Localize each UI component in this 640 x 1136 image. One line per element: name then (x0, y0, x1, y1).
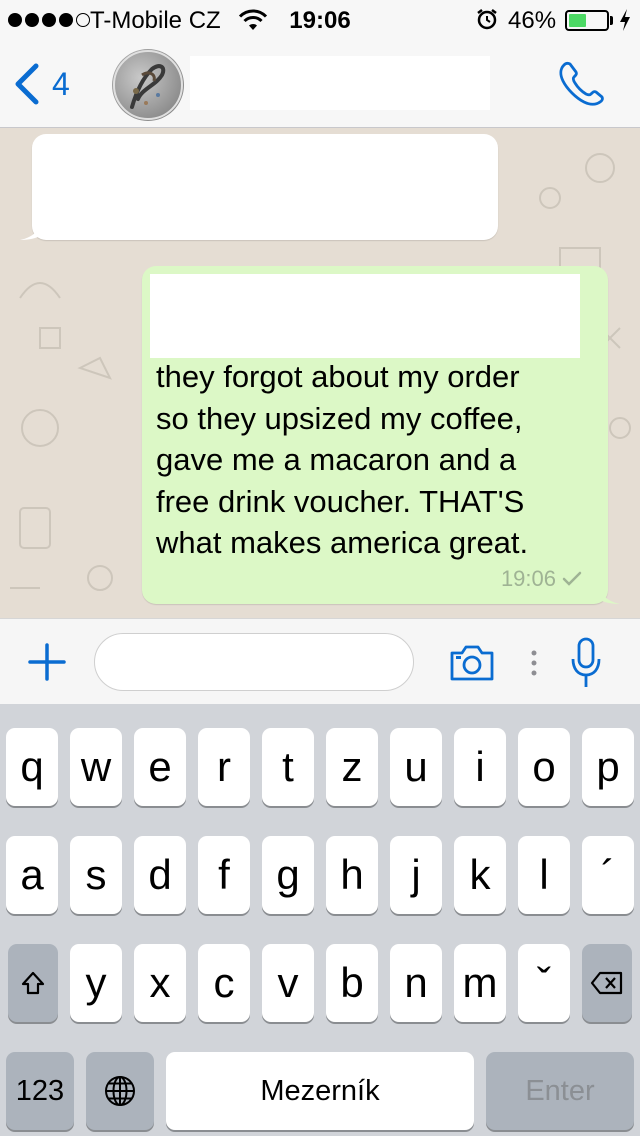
outgoing-message-text: they forgot about my order so they upsiz… (156, 359, 529, 560)
key-w[interactable]: w (70, 728, 122, 806)
signal-strength (8, 9, 90, 31)
alarm-icon (477, 9, 497, 30)
key-r[interactable]: r (198, 728, 250, 806)
key-e[interactable]: e (134, 728, 186, 806)
signal-dot (59, 13, 73, 27)
more-icon[interactable] (530, 649, 538, 677)
checkmark-icon (562, 571, 582, 586)
key-h[interactable]: h (326, 836, 378, 914)
key-s[interactable]: s (70, 836, 122, 914)
battery-icon (565, 10, 609, 31)
enter-key[interactable]: Enter (486, 1052, 634, 1130)
key-b[interactable]: b (326, 944, 378, 1022)
outgoing-message[interactable]: they forgot about my order so they upsiz… (142, 266, 620, 604)
carrier-name: T-Mobile CZ (90, 7, 221, 34)
charging-bolt-icon (620, 9, 630, 31)
compose-bar (0, 618, 640, 704)
globe-key[interactable] (86, 1052, 154, 1130)
back-button[interactable]: 4 (12, 62, 70, 106)
key-c[interactable]: c (198, 944, 250, 1022)
key-q[interactable]: q (6, 728, 58, 806)
chat-area[interactable]: they forgot about my order so they upsiz… (0, 128, 640, 618)
signal-dot (25, 13, 39, 27)
camera-icon[interactable] (448, 643, 496, 683)
message-time: 19:06 (500, 566, 556, 591)
key-p[interactable]: p (582, 728, 634, 806)
avatar-image (113, 50, 183, 120)
message-input[interactable] (94, 633, 414, 691)
battery-percent: 46% (508, 7, 557, 34)
wifi-icon (238, 9, 268, 30)
shift-key[interactable] (8, 944, 58, 1022)
globe-icon (105, 1076, 135, 1106)
bubble-tail (20, 220, 40, 240)
key-ˇ[interactable]: ˇ (518, 944, 570, 1022)
signal-dot (42, 13, 56, 27)
key-d[interactable]: d (134, 836, 186, 914)
key-n[interactable]: n (390, 944, 442, 1022)
key-f[interactable]: f (198, 836, 250, 914)
back-unread-count: 4 (52, 65, 70, 102)
shift-icon (21, 971, 45, 995)
key-j[interactable]: j (390, 836, 442, 914)
plus-icon[interactable] (28, 643, 66, 681)
signal-dot (8, 13, 22, 27)
backspace-key[interactable] (582, 944, 632, 1022)
redacted-text (150, 274, 580, 358)
key-x[interactable]: x (134, 944, 186, 1022)
keyboard: 123 Mezerník Enter q w e r t z u i o p a s d f g h j k l ´ y… (0, 704, 640, 1136)
key-m[interactable]: m (454, 944, 506, 1022)
key-´[interactable]: ´ (582, 836, 634, 914)
microphone-icon[interactable] (570, 637, 602, 689)
key-z[interactable]: z (326, 728, 378, 806)
incoming-message-text (40, 146, 486, 230)
numbers-key[interactable]: 123 (6, 1052, 74, 1130)
status-bar: T-Mobile CZ 19:06 46% (0, 0, 640, 40)
message-meta: 19:06 (501, 566, 582, 592)
key-l[interactable]: l (518, 836, 570, 914)
key-v[interactable]: v (262, 944, 314, 1022)
key-a[interactable]: a (6, 836, 58, 914)
key-i[interactable]: i (454, 728, 506, 806)
key-k[interactable]: k (454, 836, 506, 914)
signal-dot (76, 13, 90, 27)
key-y[interactable]: y (70, 944, 122, 1022)
key-t[interactable]: t (262, 728, 314, 806)
phone-icon[interactable] (556, 58, 606, 108)
incoming-message[interactable] (20, 134, 498, 240)
bubble-tail (600, 584, 620, 604)
battery-nub (610, 16, 613, 25)
contact-name[interactable] (190, 56, 490, 110)
key-g[interactable]: g (262, 836, 314, 914)
backspace-icon (590, 971, 623, 995)
key-u[interactable]: u (390, 728, 442, 806)
key-o[interactable]: o (518, 728, 570, 806)
chat-header: 4 (0, 40, 640, 128)
chevron-left-icon (15, 63, 39, 105)
contact-avatar[interactable] (112, 49, 184, 121)
space-key[interactable]: Mezerník (166, 1052, 474, 1130)
